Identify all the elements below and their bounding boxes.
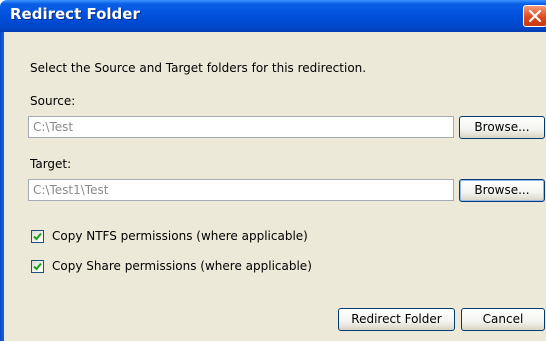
ntfs-permissions-label[interactable]: Copy NTFS permissions (where applicable) xyxy=(52,229,308,243)
share-permissions-label[interactable]: Copy Share permissions (where applicable… xyxy=(52,259,312,273)
source-browse-button[interactable]: Browse... xyxy=(459,116,545,139)
target-input[interactable] xyxy=(28,179,454,201)
checkmark-icon xyxy=(33,232,42,241)
redirect-folder-dialog: Redirect Folder Select the Source and Ta… xyxy=(0,0,546,341)
share-permissions-checkbox[interactable] xyxy=(31,260,44,273)
target-browse-button[interactable]: Browse... xyxy=(459,179,545,202)
close-button[interactable] xyxy=(523,5,546,27)
checkmark-icon xyxy=(33,262,42,271)
source-input[interactable] xyxy=(28,116,454,138)
ntfs-permissions-checkbox[interactable] xyxy=(31,230,44,243)
dialog-body: Select the Source and Target folders for… xyxy=(4,32,546,341)
instruction-text: Select the Source and Target folders for… xyxy=(30,61,367,75)
window-title: Redirect Folder xyxy=(10,5,140,23)
target-label: Target: xyxy=(30,157,72,171)
close-icon xyxy=(529,10,541,22)
redirect-folder-button[interactable]: Redirect Folder xyxy=(338,308,455,331)
title-bar[interactable]: Redirect Folder xyxy=(0,0,546,32)
cancel-button[interactable]: Cancel xyxy=(461,308,545,331)
source-label: Source: xyxy=(30,94,76,108)
